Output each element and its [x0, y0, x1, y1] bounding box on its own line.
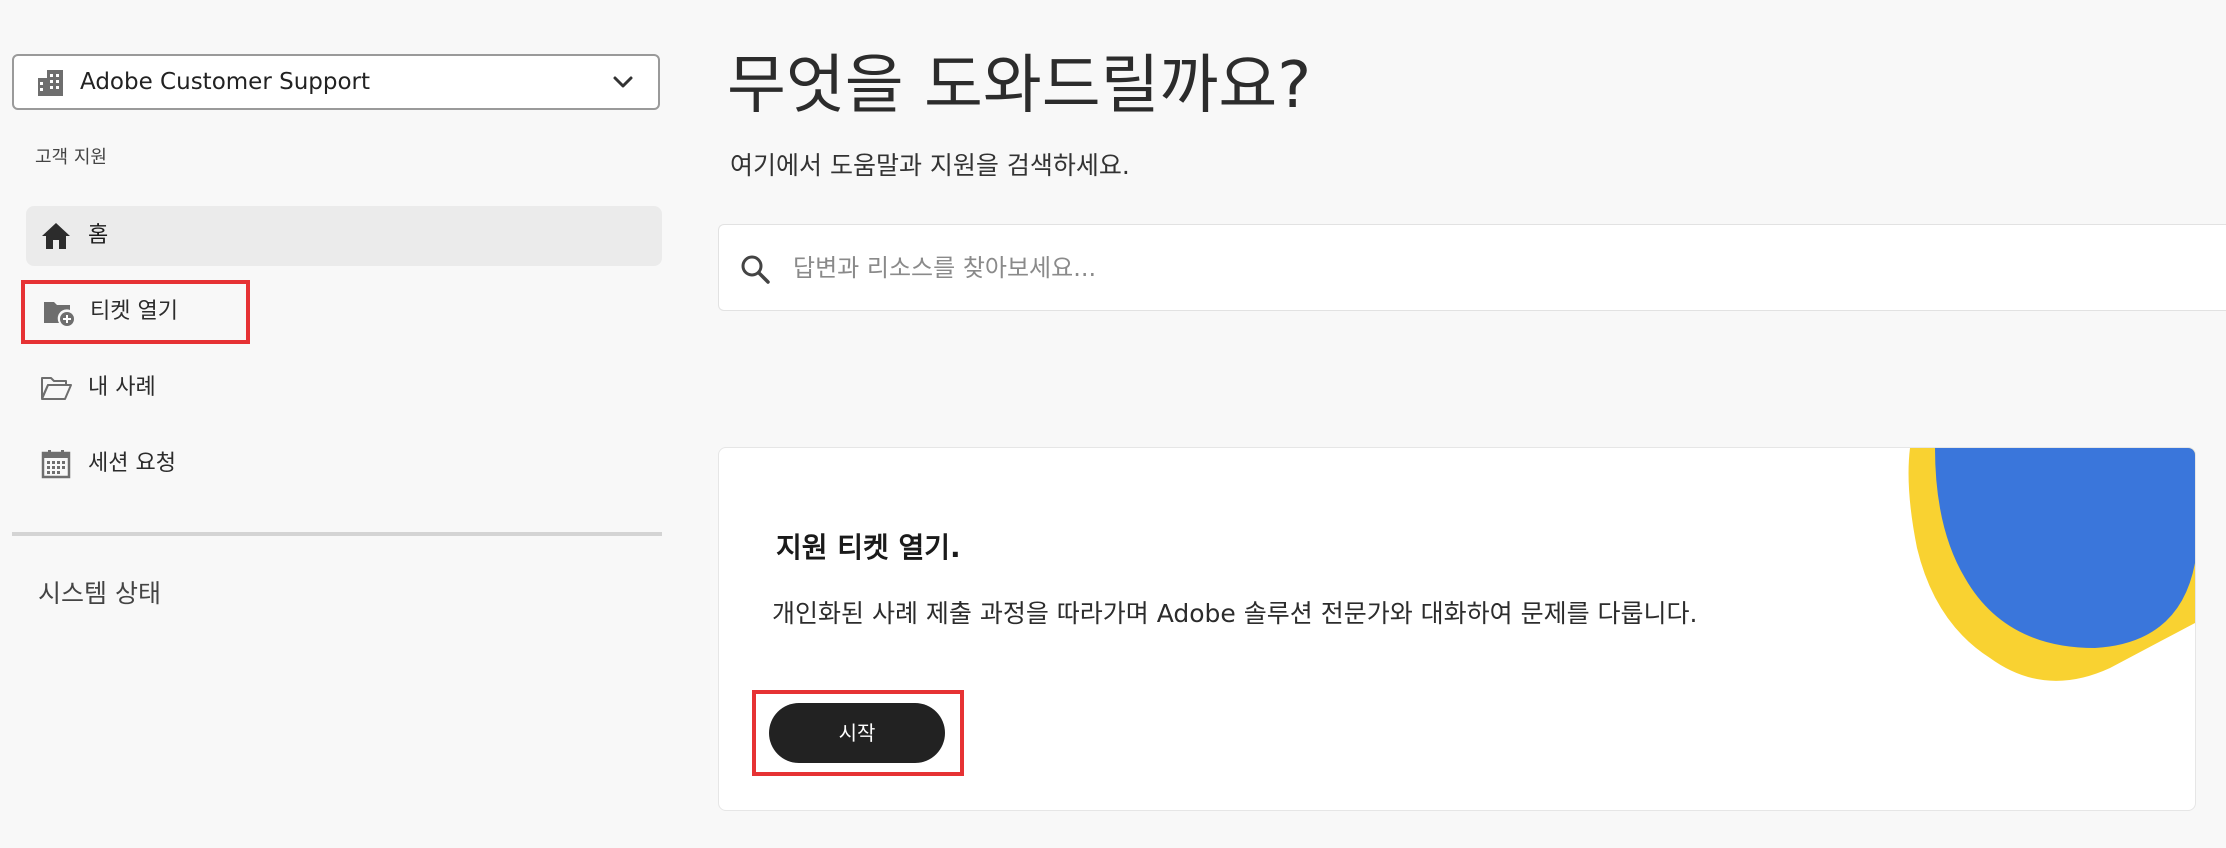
sidebar-item-home[interactable]: 홈 [26, 206, 662, 266]
sidebar-item-label: 세션 요청 [88, 451, 176, 476]
search-bar [718, 224, 2226, 311]
search-icon [741, 255, 770, 284]
start-button[interactable]: 시작 [769, 703, 945, 763]
sidebar-item-label: 홈 [88, 223, 109, 248]
sidebar-item-label: 내 사례 [88, 375, 156, 400]
sidebar-item-open-ticket[interactable]: 티켓 열기 [26, 282, 662, 342]
sidebar-item-session-request[interactable]: 세션 요청 [26, 434, 662, 494]
folder-open-icon [41, 377, 72, 400]
sidebar-divider [12, 532, 662, 536]
chevron-down-icon [613, 76, 633, 88]
card-title: 지원 티켓 열기. [776, 531, 961, 564]
page-subtitle: 여기에서 도움말과 지원을 검색하세요. [730, 151, 1130, 180]
calendar-icon [41, 450, 71, 479]
decorative-blob-illustration [1908, 448, 2195, 681]
card-description: 개인화된 사례 제출 과정을 따라가며 Adobe 솔루션 전문가와 대화하여 … [772, 599, 1698, 628]
org-selector-label: Adobe Customer Support [80, 69, 371, 95]
search-input[interactable] [793, 245, 2173, 291]
sidebar-item-my-cases[interactable]: 내 사례 [26, 358, 662, 418]
building-icon [38, 70, 63, 96]
sidebar-item-label: 티켓 열기 [90, 299, 178, 324]
folder-add-icon [44, 302, 74, 326]
page-title: 무엇을 도와드릴까요? [727, 49, 1312, 123]
open-ticket-card: 지원 티켓 열기. 개인화된 사례 제출 과정을 따라가며 Adobe 솔루션 … [718, 447, 2196, 811]
system-status-link[interactable]: 시스템 상태 [38, 574, 161, 610]
sidebar: Adobe Customer Support 고객 지원 홈 티켓 열기 내 사… [0, 0, 672, 848]
home-icon [42, 223, 70, 249]
section-label: 고객 지원 [35, 147, 107, 168]
org-selector[interactable]: Adobe Customer Support [12, 54, 660, 110]
